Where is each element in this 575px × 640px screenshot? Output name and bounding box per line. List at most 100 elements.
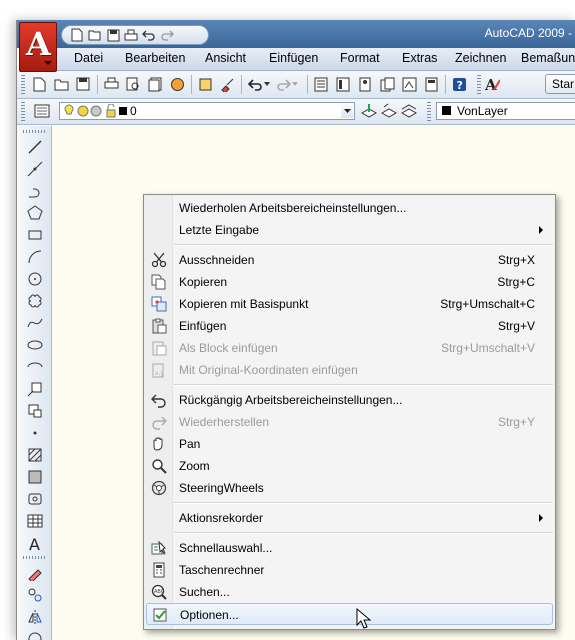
- menu-zeichnen[interactable]: Zeichnen: [455, 51, 506, 65]
- plot-preview-icon[interactable]: [125, 76, 141, 92]
- toolbar-grip[interactable]: [21, 102, 25, 121]
- open-folder-icon[interactable]: [53, 76, 69, 92]
- rectangle-icon[interactable]: [26, 226, 44, 244]
- layer-state-icon[interactable]: [401, 103, 417, 119]
- polygon-icon[interactable]: [26, 204, 44, 222]
- polyline-icon[interactable]: [26, 182, 44, 200]
- menu-item-action-recorder[interactable]: Aktionsrekorder: [146, 507, 553, 529]
- table-icon[interactable]: [26, 512, 44, 530]
- menu-item-pan[interactable]: Pan: [146, 433, 553, 455]
- redo-icon: [151, 414, 167, 430]
- menu-item-shortcut: Strg+Umschalt+C: [440, 297, 535, 311]
- menu-item-paste-as-block[interactable]: Als Block einfügen Strg+Umschalt+V: [146, 337, 553, 359]
- menu-item-redo[interactable]: Wiederherstellen Strg+Y: [146, 411, 553, 433]
- save-icon[interactable]: [75, 76, 91, 92]
- application-menu-button[interactable]: A: [19, 22, 57, 72]
- arc-icon[interactable]: [26, 248, 44, 266]
- plot-icon[interactable]: [103, 76, 119, 92]
- properties-icon[interactable]: [313, 76, 329, 92]
- copy-object-icon[interactable]: [26, 586, 44, 604]
- ellipse-icon[interactable]: [26, 336, 44, 354]
- markup-set-icon[interactable]: [401, 76, 417, 92]
- plot-icon[interactable]: [124, 28, 138, 42]
- revision-cloud-icon[interactable]: [26, 292, 44, 310]
- menu-item-steeringwheels[interactable]: SteeringWheels: [146, 477, 553, 499]
- menu-item-label: Suchen...: [179, 585, 230, 599]
- save-icon[interactable]: [106, 28, 120, 42]
- menu-bar: Datei Bearbeiten Ansicht Einfügen Format…: [57, 48, 575, 71]
- insert-block-icon[interactable]: [26, 380, 44, 398]
- menu-bearbeiten[interactable]: Bearbeiten: [125, 51, 185, 65]
- menu-item-copy-with-basepoint[interactable]: Kopieren mit Basispunkt Strg+Umschalt+C: [146, 293, 553, 315]
- copy-basepoint-icon: [151, 296, 167, 312]
- toolbar-grip[interactable]: [21, 75, 25, 94]
- layer-dropdown[interactable]: 0: [59, 102, 355, 120]
- menu-ansicht[interactable]: Ansicht: [205, 51, 246, 65]
- menu-item-copy[interactable]: Kopieren Strg+C: [146, 271, 553, 293]
- layer-previous-icon[interactable]: [381, 103, 397, 119]
- menu-item-undo-workspace-settings[interactable]: Rückgängig Arbeitsbereicheinstellungen..…: [146, 389, 553, 411]
- erase-icon[interactable]: [26, 564, 44, 582]
- region-icon[interactable]: [26, 490, 44, 508]
- menu-separator: [174, 244, 553, 246]
- circle-icon[interactable]: [26, 270, 44, 288]
- menu-item-options[interactable]: Optionen...: [146, 603, 553, 625]
- styles-dropdown[interactable]: Star: [545, 74, 575, 94]
- mirror-icon[interactable]: [26, 608, 44, 626]
- open-folder-icon[interactable]: [88, 28, 102, 42]
- make-current-layer-icon[interactable]: [361, 103, 377, 119]
- menu-bemassung[interactable]: Bemaßun: [521, 51, 575, 65]
- menu-einfuegen[interactable]: Einfügen: [269, 51, 318, 65]
- point-icon[interactable]: [26, 424, 44, 442]
- new-file-icon[interactable]: [31, 76, 47, 92]
- menu-item-cut[interactable]: Ausschneiden Strg+X: [146, 249, 553, 271]
- toolbar-separator: [191, 75, 192, 94]
- globe-icon[interactable]: [169, 76, 185, 92]
- menu-item-recent-input[interactable]: Letzte Eingabe: [146, 219, 553, 241]
- design-center-icon[interactable]: [335, 76, 351, 92]
- chevron-down-icon[interactable]: [291, 76, 299, 92]
- spline-icon[interactable]: [26, 314, 44, 332]
- menu-item-quick-select[interactable]: Schnellauswahl...: [146, 537, 553, 559]
- undo-icon[interactable]: [247, 76, 263, 92]
- menu-item-zoom[interactable]: Zoom: [146, 455, 553, 477]
- chevron-down-icon[interactable]: [263, 76, 271, 92]
- help-icon[interactable]: ?: [451, 76, 467, 92]
- menu-item-paste-original-coordinates[interactable]: x,y Mit Original-Koordinaten einfügen: [146, 359, 553, 381]
- tool-palettes-icon[interactable]: [357, 76, 373, 92]
- new-file-icon[interactable]: [70, 28, 84, 42]
- paintbrush-icon[interactable]: [219, 76, 235, 92]
- menu-item-repeat-workspace-settings[interactable]: Wiederholen Arbeitsbereicheinstellungen.…: [146, 197, 553, 219]
- redo-icon[interactable]: [275, 76, 291, 92]
- gradient-icon[interactable]: [26, 468, 44, 486]
- pan-hand-icon: [151, 436, 167, 452]
- menu-item-paste[interactable]: Einfügen Strg+V: [146, 315, 553, 337]
- make-block-icon[interactable]: [26, 402, 44, 420]
- multiline-text-icon[interactable]: A: [26, 534, 44, 552]
- redo-icon[interactable]: [160, 28, 174, 42]
- toolbar-grip[interactable]: [477, 75, 481, 94]
- sheet-set-icon[interactable]: [379, 76, 395, 92]
- calculator-icon[interactable]: [423, 76, 439, 92]
- chevron-down-icon[interactable]: [341, 104, 353, 118]
- text-style-icon[interactable]: A: [484, 76, 500, 92]
- menu-item-label: Kopieren mit Basispunkt: [179, 297, 309, 311]
- menu-item-find[interactable]: ABC Suchen...: [146, 581, 553, 603]
- match-properties-icon[interactable]: [197, 76, 213, 92]
- offset-icon[interactable]: [26, 630, 44, 640]
- line-icon[interactable]: [26, 138, 44, 156]
- menu-extras[interactable]: Extras: [402, 51, 437, 65]
- publish-icon[interactable]: [147, 76, 163, 92]
- toolbar-grip[interactable]: [23, 130, 47, 133]
- menu-datei[interactable]: Datei: [74, 51, 103, 65]
- menu-item-calculator[interactable]: Taschenrechner: [146, 559, 553, 581]
- color-dropdown[interactable]: VonLayer: [436, 102, 575, 120]
- construction-line-icon[interactable]: [26, 160, 44, 178]
- layer-properties-icon[interactable]: [34, 103, 50, 119]
- toolbar-grip[interactable]: [23, 556, 47, 559]
- hatch-icon[interactable]: [26, 446, 44, 464]
- ellipse-arc-icon[interactable]: [26, 358, 44, 376]
- undo-icon[interactable]: [142, 28, 156, 42]
- menu-format[interactable]: Format: [340, 51, 380, 65]
- toolbar-grip[interactable]: [427, 102, 431, 121]
